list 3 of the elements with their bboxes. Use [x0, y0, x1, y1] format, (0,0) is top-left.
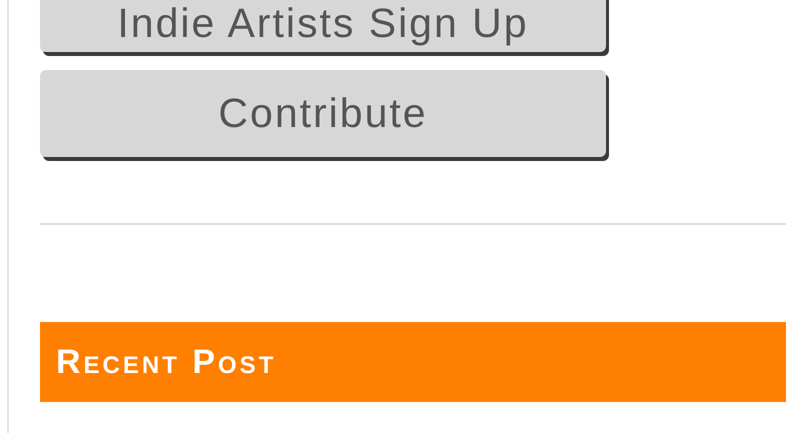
- sidebar-button[interactable]: Indie Artists Sign Up: [40, 0, 606, 52]
- sidebar-button[interactable]: Contribute: [40, 70, 606, 157]
- section-title: Recent Post: [56, 342, 276, 382]
